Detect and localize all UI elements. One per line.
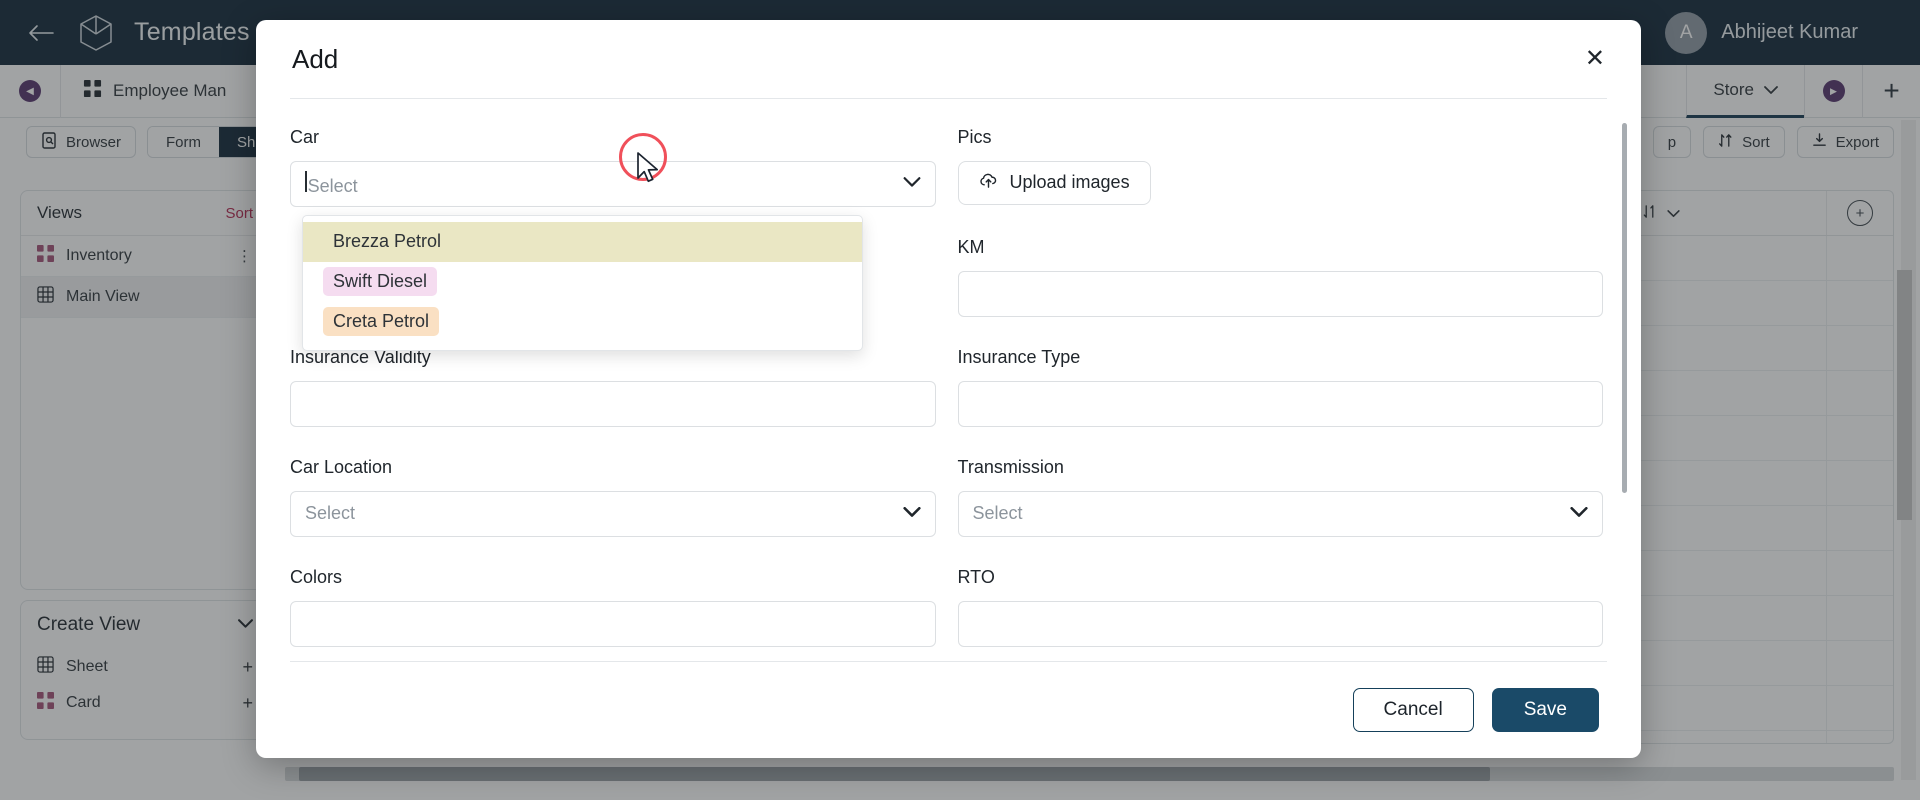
car-select-value: Select xyxy=(305,170,358,197)
car-select[interactable]: Select xyxy=(290,160,936,207)
field-pics-label: Pics xyxy=(957,126,992,147)
car-option-0[interactable]: Brezza Petrol xyxy=(303,221,862,262)
km-input[interactable] xyxy=(957,270,1603,317)
field-transmission-label: Transmission xyxy=(957,456,1064,477)
upload-images-button[interactable]: Upload images xyxy=(957,160,1151,205)
field-pics: Pics Upload images xyxy=(957,126,1604,207)
insurance-type-input[interactable] xyxy=(957,380,1603,427)
car-options-dropdown[interactable]: Brezza Petrol Swift Diesel Creta Petrol xyxy=(302,214,863,351)
field-insurance-type: Insurance Type xyxy=(957,346,1603,427)
transmission-placeholder: Select xyxy=(972,503,1023,524)
field-rto: RTO xyxy=(957,566,1603,647)
cancel-button[interactable]: Cancel xyxy=(1352,688,1474,732)
colors-input[interactable] xyxy=(290,600,936,647)
car-option-label: Swift Diesel xyxy=(323,267,438,297)
field-car-label: Car xyxy=(290,126,320,147)
field-car-location: Car Location Select xyxy=(290,457,936,537)
car-option-label: Brezza Petrol xyxy=(333,231,442,252)
car-select-placeholder: Select xyxy=(307,175,358,196)
save-button[interactable]: Save xyxy=(1491,688,1599,732)
upload-images-label: Upload images xyxy=(1009,172,1130,193)
field-km-label: KM xyxy=(957,236,985,257)
modal-body: Car Select Brezza Petrol Swift Diesel Cret… xyxy=(256,99,1641,661)
close-icon[interactable]: ✕ xyxy=(1585,47,1605,71)
field-transmission: Transmission Select xyxy=(957,456,1603,537)
upload-cloud-icon xyxy=(979,171,998,195)
car-location-placeholder: Select xyxy=(305,503,356,524)
field-car: Car Select Brezza Petrol Swift Diesel Cret… xyxy=(290,126,936,351)
field-car-location-label: Car Location xyxy=(290,456,393,477)
insurance-validity-input[interactable] xyxy=(290,380,936,427)
car-option-1[interactable]: Swift Diesel xyxy=(303,262,862,302)
chevron-down-icon[interactable] xyxy=(902,505,921,523)
transmission-select[interactable]: Select xyxy=(957,490,1603,537)
chevron-down-icon[interactable] xyxy=(903,175,921,193)
field-colors: Colors xyxy=(290,567,936,647)
modal-footer: Cancel Save xyxy=(256,662,1641,758)
modal-header: Add ✕ xyxy=(256,20,1641,98)
field-rto-label: RTO xyxy=(957,566,995,587)
field-insurance-type-label: Insurance Type xyxy=(957,346,1081,367)
rto-input[interactable] xyxy=(957,600,1603,647)
add-record-form: Car Select Brezza Petrol Swift Diesel Cret… xyxy=(290,127,1603,661)
field-km: KM xyxy=(957,236,1603,317)
field-insurance-validity: Insurance Validity xyxy=(290,347,936,427)
car-location-select[interactable]: Select xyxy=(290,490,936,537)
car-option-label: Creta Petrol xyxy=(323,307,440,337)
modal-scrollbar[interactable] xyxy=(1622,122,1627,493)
app-root: Templates A Abhijeet Kumar ◀ Employee Ma… xyxy=(0,0,1920,800)
field-colors-label: Colors xyxy=(290,566,343,587)
chevron-down-icon[interactable] xyxy=(1570,505,1588,523)
car-option-2[interactable]: Creta Petrol xyxy=(303,302,862,342)
modal-title: Add xyxy=(292,43,339,74)
add-record-modal: Add ✕ Car Select Brezza Petrol Swift Dies xyxy=(256,20,1641,758)
